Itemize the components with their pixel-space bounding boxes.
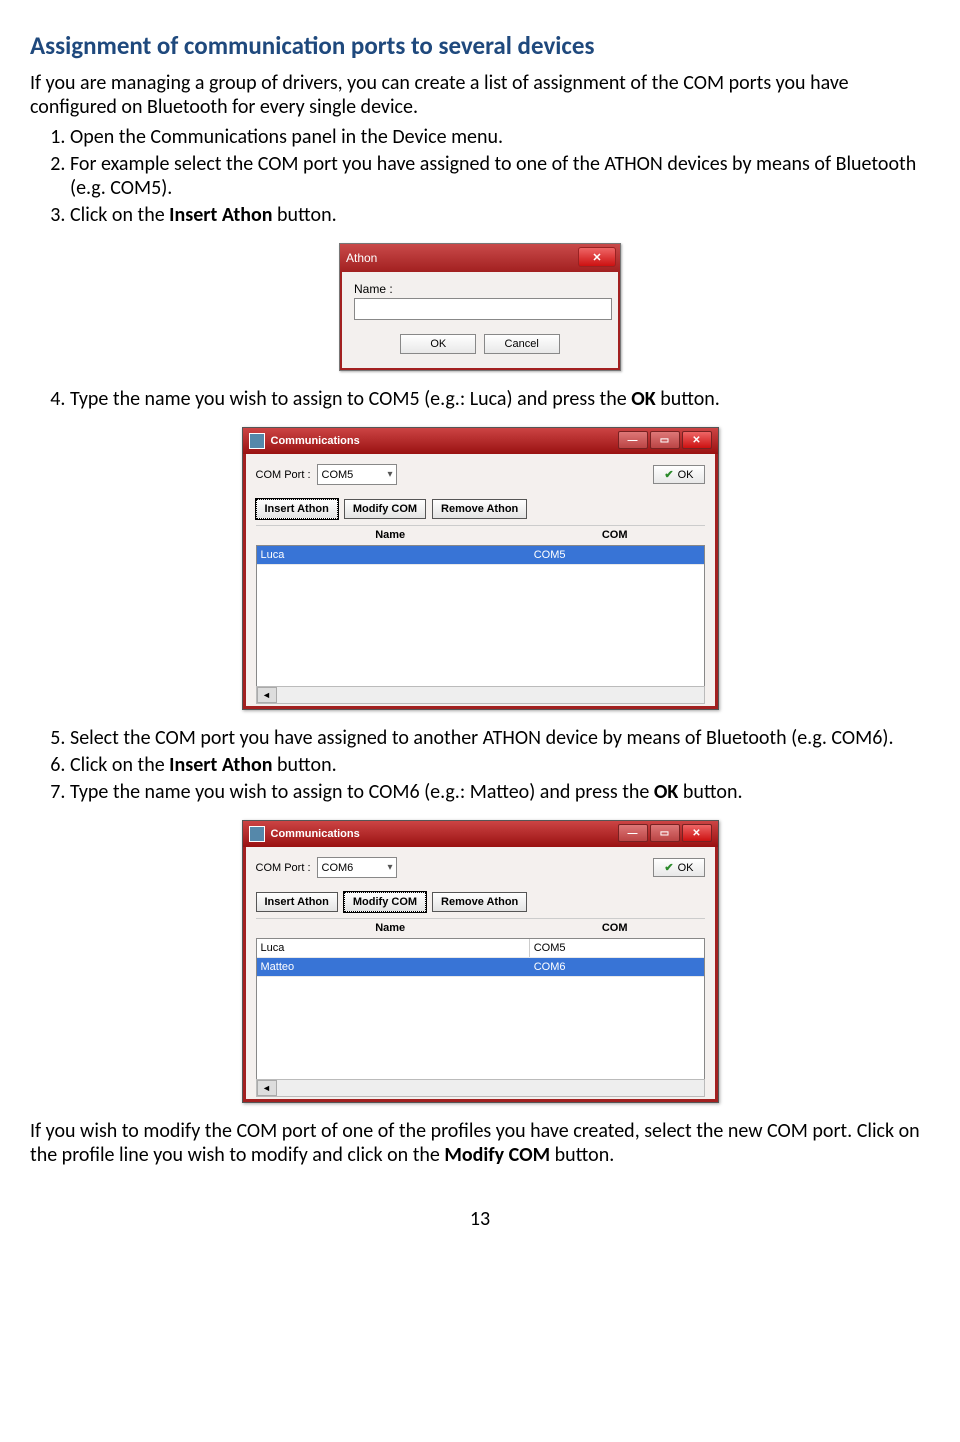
comm-titlebar[interactable]: Communications — ▭ ✕ bbox=[243, 821, 718, 847]
cell-com: COM5 bbox=[530, 546, 705, 564]
cell-com: COM5 bbox=[530, 939, 705, 957]
cell-com: COM6 bbox=[530, 958, 705, 976]
col-header-name: Name bbox=[256, 922, 525, 934]
modify-com-button[interactable]: Modify COM bbox=[344, 892, 426, 912]
table-row[interactable]: LucaCOM5 bbox=[257, 546, 704, 565]
app-icon bbox=[249, 826, 265, 842]
com-port-label: COM Port : bbox=[256, 862, 311, 874]
col-header-name: Name bbox=[256, 529, 525, 541]
close-icon[interactable]: ✕ bbox=[578, 247, 616, 267]
comm-title: Communications bbox=[271, 435, 360, 447]
col-header-com: COM bbox=[525, 529, 705, 541]
com-port-combo[interactable]: COM5 bbox=[317, 464, 397, 485]
ok-button[interactable]: ✔ OK bbox=[653, 858, 704, 877]
athon-dialog: Athon ✕ Name : OK Cancel bbox=[339, 243, 621, 371]
col-header-com: COM bbox=[525, 922, 705, 934]
com-port-label: COM Port : bbox=[256, 469, 311, 481]
comm-table-1[interactable]: LucaCOM5 bbox=[256, 545, 705, 686]
comm-titlebar[interactable]: Communications — ▭ ✕ bbox=[243, 428, 718, 454]
app-icon bbox=[249, 433, 265, 449]
intro-paragraph: If you are managing a group of drivers, … bbox=[30, 71, 930, 119]
scrollbar[interactable]: ◄ bbox=[256, 686, 705, 704]
outro-paragraph: If you wish to modify the COM port of on… bbox=[30, 1119, 930, 1167]
step-4: Type the name you wish to assign to COM5… bbox=[70, 387, 930, 411]
insert-athon-button[interactable]: Insert Athon bbox=[256, 499, 338, 519]
check-icon: ✔ bbox=[664, 468, 673, 481]
athon-title: Athon bbox=[346, 251, 377, 265]
close-icon[interactable]: ✕ bbox=[682, 431, 712, 449]
name-input[interactable] bbox=[354, 298, 612, 320]
comm-table-2[interactable]: LucaCOM5MatteoCOM6 bbox=[256, 938, 705, 1079]
minimize-icon[interactable]: — bbox=[618, 824, 648, 842]
step-6: Click on the Insert Athon button. bbox=[70, 753, 930, 777]
scroll-left-icon[interactable]: ◄ bbox=[257, 687, 277, 703]
maximize-icon[interactable]: ▭ bbox=[650, 431, 680, 449]
maximize-icon[interactable]: ▭ bbox=[650, 824, 680, 842]
remove-athon-button[interactable]: Remove Athon bbox=[432, 499, 527, 519]
ok-button[interactable]: ✔ OK bbox=[653, 465, 704, 484]
name-label: Name : bbox=[354, 282, 606, 296]
close-icon[interactable]: ✕ bbox=[682, 824, 712, 842]
steps-list-a2: Type the name you wish to assign to COM5… bbox=[70, 387, 930, 411]
step-7: Type the name you wish to assign to COM6… bbox=[70, 780, 930, 804]
communications-window-1: Communications — ▭ ✕ COM Port : COM5 ✔ O… bbox=[242, 427, 719, 710]
step-1: Open the Communications panel in the Dev… bbox=[70, 125, 930, 149]
step-3: Click on the Insert Athon button. bbox=[70, 203, 930, 227]
check-icon: ✔ bbox=[664, 861, 673, 874]
cell-name: Matteo bbox=[257, 958, 530, 976]
steps-list-b: Select the COM port you have assigned to… bbox=[70, 726, 930, 804]
cell-name: Luca bbox=[257, 546, 530, 564]
scrollbar[interactable]: ◄ bbox=[256, 1079, 705, 1097]
modify-com-button[interactable]: Modify COM bbox=[344, 499, 426, 519]
cell-name: Luca bbox=[257, 939, 530, 957]
minimize-icon[interactable]: — bbox=[618, 431, 648, 449]
insert-athon-button[interactable]: Insert Athon bbox=[256, 892, 338, 912]
comm-title: Communications bbox=[271, 828, 360, 840]
com-port-combo[interactable]: COM6 bbox=[317, 857, 397, 878]
step-5: Select the COM port you have assigned to… bbox=[70, 726, 930, 750]
steps-list-a: Open the Communications panel in the Dev… bbox=[70, 125, 930, 227]
cancel-button[interactable]: Cancel bbox=[484, 334, 560, 354]
table-row[interactable]: MatteoCOM6 bbox=[257, 958, 704, 977]
ok-button[interactable]: OK bbox=[400, 334, 476, 354]
athon-titlebar[interactable]: Athon ✕ bbox=[340, 244, 620, 272]
communications-window-2: Communications — ▭ ✕ COM Port : COM6 ✔ O… bbox=[242, 820, 719, 1103]
page-number: 13 bbox=[30, 1207, 930, 1231]
table-row[interactable]: LucaCOM5 bbox=[257, 939, 704, 958]
page-heading: Assignment of communication ports to sev… bbox=[30, 30, 930, 61]
remove-athon-button[interactable]: Remove Athon bbox=[432, 892, 527, 912]
scroll-left-icon[interactable]: ◄ bbox=[257, 1080, 277, 1096]
step-2: For example select the COM port you have… bbox=[70, 152, 930, 200]
